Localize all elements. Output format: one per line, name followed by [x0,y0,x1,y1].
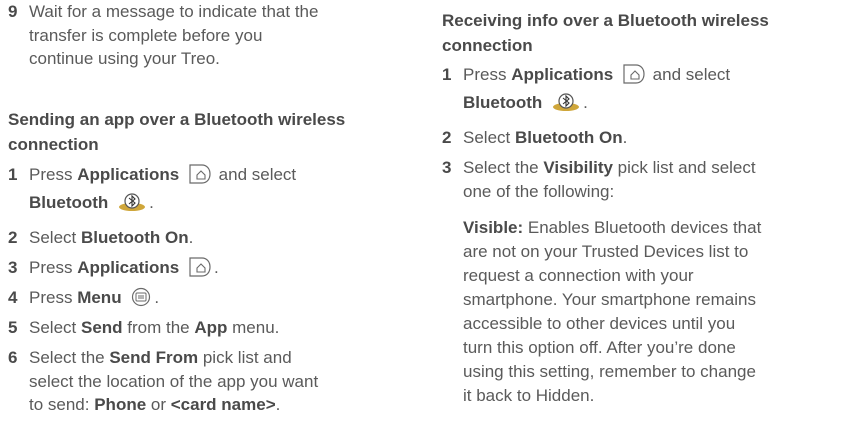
step-text-line: one of the following: [463,181,615,201]
section-heading-receiving: Receiving info over a Bluetooth wireless… [442,8,842,58]
step-1: 1 Press Applications and select Bluetoot… [8,163,449,218]
step-text-line: Wait for a message to indicate that the [29,2,319,21]
bluetooth-app-icon [551,92,581,119]
step-text: . [149,192,154,212]
step-bold: Bluetooth On [80,228,189,247]
bluetooth-app-icon [117,192,147,219]
step-3: 3 Select the Visibility pick list and se… [442,156,845,203]
step-bold: Visibility [543,158,613,177]
step-bold: Bluetooth [29,192,109,212]
step-text: pick list and select [612,158,756,177]
para-line: using this setting, remember to change [463,362,756,381]
heading-line: connection [442,36,533,55]
step-text: . [213,258,219,277]
step-4: 4 Press Menu . [8,286,449,314]
option-label: Visible: [463,218,524,237]
applications-key-icon [188,164,212,191]
step-6: 6 Select the Send From pick list and sel… [8,346,449,417]
step-number: 2 [8,228,18,247]
step-bold: Send [80,318,123,337]
step-bold: Menu [77,288,122,307]
step-text: Select [463,128,515,147]
para-line: it back to Hidden. [463,386,595,405]
step-number: 3 [8,258,18,277]
step-2: 2 Select Bluetooth On. [8,226,449,250]
para-line: accessible to other devices until you [463,314,736,333]
step-number: 6 [8,348,18,367]
step-2: 2 Select Bluetooth On. [442,126,845,150]
step-bold: Send From [109,348,199,367]
step-number: 1 [442,65,452,84]
step-text: and select [213,165,297,184]
step-text: Press [29,165,78,184]
step-text: . [583,92,588,112]
step-number: 5 [8,318,18,337]
step-text: Select the [463,158,544,177]
step-1: 1 Press Applications and select Bluetoot… [442,63,845,118]
step-text: . [188,228,194,247]
step-text: Select [29,318,81,337]
heading-line: Sending an app over a Bluetooth wireless [8,110,346,129]
para-line: request a connection with your [463,266,694,285]
step-text: menu. [227,318,280,337]
step-number: 9 [8,2,18,21]
step-text: . [275,395,281,414]
menu-key-icon [130,287,152,314]
step-bold: Bluetooth [463,92,543,112]
visible-option-description: Visible: Enables Bluetooth devices that … [442,216,845,408]
step-3: 3 Press Applications . [8,256,449,284]
step-text: from the [122,318,195,337]
step-bold: Applications [511,65,614,84]
step-text: Press [463,65,512,84]
step-text: Select [29,228,81,247]
para-line: are not on your Trusted Devices list to [463,242,749,261]
step-text-line: transfer is complete before you [29,25,263,45]
step-text-line: select the location of the app you want [29,371,319,391]
step-number: 3 [442,158,452,177]
step-bold: Phone [94,395,147,414]
applications-key-icon [188,257,212,284]
step-text: . [622,128,628,147]
heading-line: connection [8,135,99,154]
step-bold: Applications [77,165,180,184]
para-text: Enables Bluetooth devices that [523,218,762,237]
step-number: 1 [8,165,18,184]
step-text-line: continue using your Treo. [29,49,220,68]
step-bold: <card name> [170,395,276,414]
step-text: Press [29,288,78,307]
step-text: pick list and [198,348,292,367]
step-9: 9 Wait for a message to indicate that th… [8,0,449,71]
step-number: 4 [8,288,18,307]
step-text: . [154,288,160,307]
step-number: 2 [442,128,452,147]
applications-key-icon [622,64,646,91]
step-text: and select [647,65,731,84]
step-text: Press [29,258,78,277]
step-bold: Bluetooth On [514,128,623,147]
para-line: turn this option off. After you’re done [463,338,736,357]
step-text: or [146,395,171,414]
step-text: to send: [29,395,95,414]
heading-line: Receiving info over a Bluetooth wireless [442,11,769,30]
section-heading-sending: Sending an app over a Bluetooth wireless… [8,107,428,157]
step-bold: App [194,318,228,337]
step-5: 5 Select Send from the App menu. [8,316,449,340]
step-text: Select the [29,348,110,367]
step-bold: Applications [77,258,180,277]
para-line: smartphone. Your smartphone remains [463,290,756,309]
